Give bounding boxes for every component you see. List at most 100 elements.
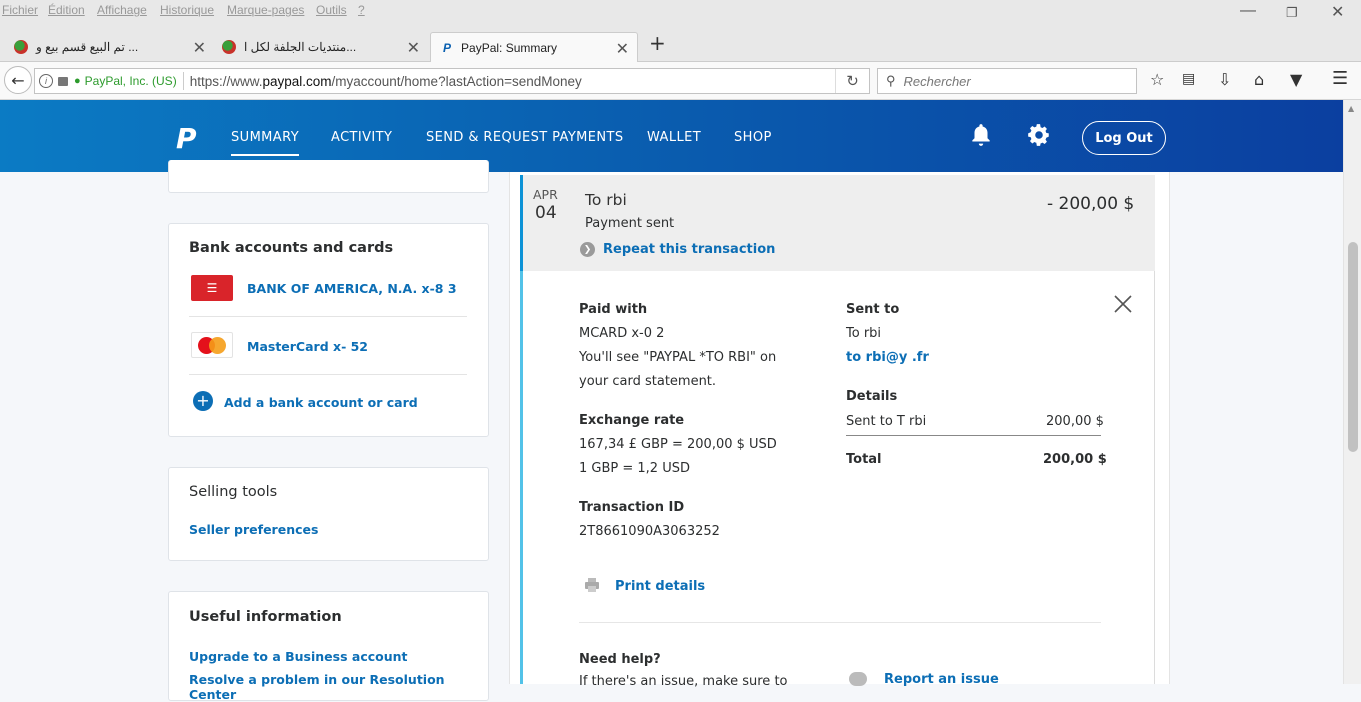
back-arrow-icon[interactable]: ←	[4, 66, 32, 94]
bank-accounts-title: Bank accounts and cards	[189, 240, 394, 256]
window-close-icon[interactable]: ✕	[1331, 2, 1344, 22]
close-details-icon[interactable]	[1112, 293, 1134, 315]
scroll-up-arrow-icon[interactable]: ▲	[1348, 104, 1354, 113]
selling-tools-title: Selling tools	[189, 484, 278, 500]
sent-to-name: To rbi	[846, 326, 882, 341]
nav-bar: ← i ● PayPal, Inc. (US) https://www.payp…	[0, 62, 1361, 100]
divider	[846, 435, 1101, 436]
repeat-chevron-icon: ❯	[580, 242, 595, 257]
mastercard-logo-icon	[191, 332, 233, 358]
add-bank-card-link[interactable]: Add a bank account or card	[224, 395, 418, 410]
url-domain: paypal.com	[262, 73, 332, 89]
download-icon[interactable]: ⇩	[1218, 70, 1231, 89]
bank-account-link[interactable]: BANK OF AMERICA, N.A. x-8 3	[247, 281, 457, 296]
tab-close-icon[interactable]: ✕	[193, 38, 206, 58]
scroll-thumb[interactable]	[1348, 242, 1358, 452]
menu-bar: Fichier Édition Affichage Historique Mar…	[0, 0, 1361, 24]
nav-summary[interactable]: SUMMARY	[231, 130, 300, 156]
logout-button[interactable]: Log Out	[1082, 121, 1166, 155]
menu-file[interactable]: Fichier	[2, 3, 38, 17]
paypal-logo[interactable]: P	[176, 122, 197, 155]
add-plus-icon[interactable]: +	[193, 391, 213, 411]
sent-to-email-link[interactable]: to rbi@y .fr	[846, 350, 929, 365]
tx-month: APR	[533, 187, 558, 202]
total-label: Total	[846, 452, 882, 467]
search-placeholder: Rechercher	[903, 73, 971, 89]
printer-icon[interactable]	[584, 577, 600, 593]
page-scrollbar[interactable]: ▲	[1343, 100, 1361, 684]
url-path: /myaccount/home?lastAction=sendMoney	[331, 73, 582, 89]
reload-icon[interactable]: ↻	[835, 69, 869, 93]
tab-3-active[interactable]: P PayPal: Summary ✕	[430, 32, 638, 62]
bank-accounts-card: Bank accounts and cards ☰ BANK OF AMERIC…	[168, 223, 489, 437]
mastercard-link[interactable]: MasterCard x- 52	[247, 339, 368, 354]
url-organization: PayPal, Inc. (US)	[84, 74, 177, 88]
bookmark-star-icon[interactable]: ☆	[1150, 70, 1164, 89]
info-icon[interactable]: i	[39, 74, 53, 88]
menu-view[interactable]: Affichage	[97, 3, 147, 17]
bank-of-america-logo-icon: ☰	[191, 275, 233, 301]
nav-shop[interactable]: SHOP	[734, 130, 772, 145]
nav-wallet[interactable]: WALLET	[647, 130, 701, 145]
tab-title: PayPal: Summary	[461, 40, 558, 55]
need-help-text: If there's an issue, make sure to	[579, 674, 788, 689]
tab-bar: تم البيع قسم بيع و ... ✕ منتديات الجلفة …	[0, 24, 1361, 62]
tab-close-icon[interactable]: ✕	[407, 38, 420, 58]
nav-send-request[interactable]: SEND & REQUEST PAYMENTS	[426, 130, 624, 145]
repeat-transaction-link[interactable]: Repeat this transaction	[603, 242, 775, 257]
minimize-icon[interactable]: —	[1240, 2, 1256, 20]
statement-note-2: your card statement.	[579, 374, 717, 389]
total-value: 200,00 $	[1043, 452, 1107, 467]
tab-title: منتديات الجلفة لكل ا...	[244, 40, 357, 54]
pocket-icon[interactable]: ▼	[1290, 70, 1302, 89]
nav-activity[interactable]: ACTIVITY	[331, 130, 392, 145]
tx-amount: - 200,00 $	[1047, 194, 1135, 214]
exchange-rate-unit: 1 GBP = 1,2 USD	[579, 461, 690, 476]
paid-with-value: MCARD x-0 2	[579, 326, 665, 341]
new-tab-icon[interactable]: +	[649, 31, 666, 55]
tab-1[interactable]: تم البيع قسم بيع و ... ✕	[14, 32, 214, 62]
menu-tools[interactable]: Outils	[316, 3, 347, 17]
home-icon[interactable]: ⌂	[1254, 70, 1264, 89]
divider	[189, 316, 467, 317]
divider	[189, 374, 467, 375]
paid-with-label: Paid with	[579, 302, 648, 317]
site-favicon-icon	[222, 40, 236, 54]
url-separator	[182, 72, 184, 90]
reading-list-icon[interactable]: ▤	[1182, 71, 1195, 87]
seller-preferences-link[interactable]: Seller preferences	[189, 522, 318, 537]
useful-info-card: Useful information Upgrade to a Business…	[168, 591, 489, 702]
previous-card-bottom	[168, 160, 489, 193]
tab-close-icon[interactable]: ✕	[616, 39, 629, 59]
exchange-rate-label: Exchange rate	[579, 413, 685, 428]
tab-title: تم البيع قسم بيع و ...	[36, 40, 139, 54]
settings-gear-icon[interactable]	[1026, 122, 1052, 154]
print-details-link[interactable]: Print details	[615, 579, 705, 594]
search-input[interactable]: ⚲ Rechercher	[877, 68, 1137, 94]
sent-to-label: Sent to	[846, 302, 900, 317]
transaction-id-label: Transaction ID	[579, 500, 685, 515]
report-issue-link[interactable]: Report an issue	[884, 672, 999, 687]
menu-help[interactable]: ?	[358, 3, 365, 17]
notification-bell-icon[interactable]	[968, 122, 994, 154]
transaction-header[interactable]: APR 04 To rbi Payment sent - 200,00 $ ❯ …	[520, 175, 1155, 271]
url-prefix: https://www.	[189, 73, 263, 89]
transaction-details: Paid with MCARD x-0 2 You'll see "PAYPAL…	[520, 271, 1155, 689]
details-label: Details	[846, 389, 898, 404]
menu-edit[interactable]: Édition	[48, 3, 85, 17]
url-text[interactable]: https://www.paypal.com/myaccount/home?la…	[190, 74, 582, 89]
tx-status: Payment sent	[585, 216, 675, 231]
upgrade-business-link[interactable]: Upgrade to a Business account	[189, 649, 408, 664]
details-row-label: Sent to T rbi	[846, 414, 927, 429]
restore-icon[interactable]: ❐	[1286, 5, 1298, 21]
menu-bookmarks[interactable]: Marque-pages	[227, 3, 304, 17]
paypal-favicon-icon: P	[443, 40, 452, 55]
tx-recipient: To rbi	[585, 191, 627, 209]
tab-2[interactable]: منتديات الجلفة لكل ا... ✕	[222, 32, 428, 62]
hamburger-menu-icon[interactable]: ☰	[1332, 68, 1348, 89]
resolution-center-link[interactable]: Resolve a problem in our Resolution Cent…	[189, 672, 488, 702]
lock-icon: ●	[74, 75, 81, 87]
url-bar[interactable]: i ● PayPal, Inc. (US) https://www.paypal…	[34, 68, 870, 94]
details-row-value: 200,00 $	[1046, 414, 1104, 429]
menu-history[interactable]: Historique	[160, 3, 214, 17]
